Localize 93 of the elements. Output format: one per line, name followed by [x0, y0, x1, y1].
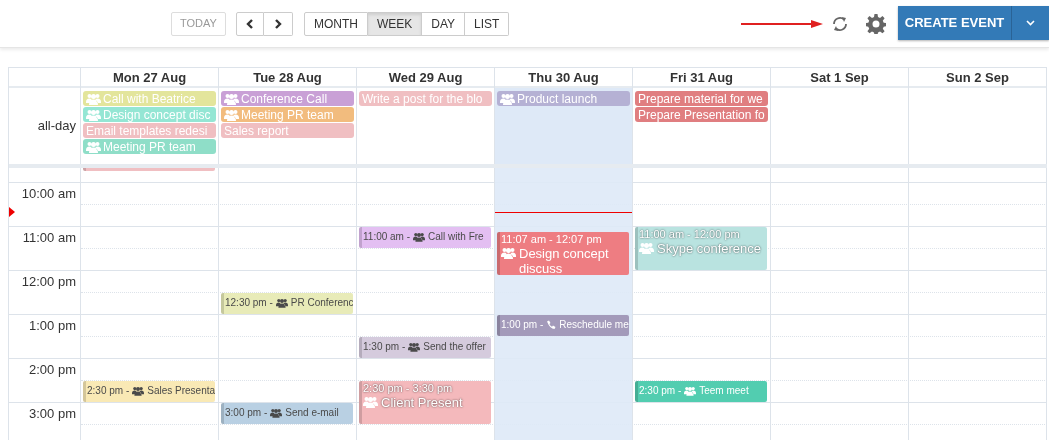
- event-title: Client Present: [381, 394, 463, 410]
- people-icon: [275, 298, 288, 309]
- event-title: Call with Fre: [428, 232, 484, 243]
- event[interactable]: 2:30 pm - Teem meet: [635, 380, 767, 402]
- event[interactable]: 12:30 pm - PR Conferenc: [221, 292, 353, 314]
- event-title: Design concept discuss: [519, 246, 610, 276]
- event-title: Sales report: [224, 124, 289, 137]
- event[interactable]: 2:30 pm - Sales Presenta: [83, 380, 215, 402]
- event-time: 11:00 am - 12:00 pm: [639, 227, 741, 241]
- event-time: 2:30 pm - 3:30 pm: [363, 381, 454, 395]
- people-icon: [413, 232, 426, 243]
- chevron-left-icon: [245, 18, 254, 29]
- people-icon: [86, 92, 101, 105]
- day-heading: Mon 27 Aug: [112, 69, 187, 87]
- event-title: Conference Call: [241, 92, 328, 105]
- event-title: Meeting PR team: [103, 140, 196, 153]
- event-time: 1:30 pm -: [363, 342, 406, 353]
- people-icon: [270, 408, 283, 419]
- arrow-icon: [741, 18, 823, 29]
- day-heading: Sat 1 Sep: [810, 69, 869, 87]
- time-label: 11:00 am: [22, 230, 76, 244]
- create-event-button[interactable]: CREATE EVENT: [898, 5, 1011, 40]
- people-icon: [639, 241, 654, 254]
- event[interactable]: 11:00 am - 12:00 pm Skype conference: [635, 226, 767, 270]
- all-day-event[interactable]: Sales report: [221, 123, 354, 138]
- event-title: Sales Presenta: [147, 386, 215, 397]
- people-icon: [132, 386, 145, 397]
- event-title: Send e-mail: [285, 408, 339, 419]
- view-tab[interactable]: MONTH: [303, 11, 368, 36]
- refresh-icon[interactable]: [831, 14, 849, 33]
- event-title: Reschedule me: [559, 320, 629, 331]
- event-title: Meeting PR team: [241, 108, 334, 121]
- people-icon: [684, 386, 697, 397]
- event[interactable]: 2:30 pm - 3:30 pm Client Present: [359, 380, 491, 424]
- all-day-event[interactable]: Write a post for the blo: [359, 91, 492, 106]
- previous-button[interactable]: [235, 11, 264, 36]
- event-title: PR Conferenc: [290, 298, 353, 309]
- event-title: Write a post for the blo: [362, 92, 483, 105]
- event[interactable]: 11:00 am - Call with Fre: [359, 226, 491, 248]
- people-icon: [224, 92, 239, 105]
- people-icon: [408, 342, 421, 353]
- event-title: Teem meet: [699, 386, 749, 397]
- event[interactable]: 1:30 pm - Send the offer: [359, 336, 491, 358]
- event-title: Send the offer: [423, 342, 486, 353]
- event-title: Product launch: [517, 92, 598, 105]
- all-day-event[interactable]: Email templates redesi: [83, 123, 216, 138]
- all-day-event[interactable]: Design concept disc: [83, 107, 216, 122]
- day-heading: Thu 30 Aug: [528, 69, 599, 87]
- view-tab[interactable]: WEEK: [367, 11, 423, 36]
- chevron-right-icon: [273, 18, 282, 29]
- event-title: Prepare material for we: [638, 92, 763, 105]
- time-label: 2:00 pm: [29, 362, 76, 376]
- time-label: 3:00 pm: [29, 406, 76, 420]
- event-time: 12:30 pm -: [225, 298, 273, 309]
- view-tab[interactable]: LIST: [465, 11, 510, 36]
- time-label: 12:00 pm: [21, 274, 76, 288]
- event-time: 2:30 pm -: [639, 386, 682, 397]
- people-icon: [501, 247, 516, 260]
- event-title: Call with Beatrice: [103, 92, 196, 105]
- all-day-event[interactable]: Meeting PR team: [83, 139, 216, 154]
- people-icon: [363, 395, 378, 408]
- day-heading: Sun 2 Sep: [946, 69, 1009, 87]
- event-title: Design concept disc: [103, 108, 211, 121]
- time-label: 1:00 pm: [29, 318, 76, 332]
- event[interactable]: 1:00 pm - Reschedule me: [497, 314, 629, 336]
- caret-icon: [1026, 19, 1035, 26]
- event-time: 2:30 pm -: [87, 386, 130, 397]
- event[interactable]: 3:00 pm - Send e-mail: [221, 402, 353, 424]
- all-day-event[interactable]: Prepare material for we: [635, 91, 768, 106]
- day-heading: Wed 29 Aug: [388, 69, 463, 87]
- people-icon: [86, 140, 101, 153]
- day-heading: Tue 28 Aug: [253, 69, 322, 87]
- event-time: 11:00 am -: [363, 232, 411, 243]
- all-day-event[interactable]: Conference Call: [221, 91, 354, 106]
- people-icon: [224, 108, 239, 121]
- phone-icon: [546, 320, 557, 331]
- people-icon: [86, 108, 101, 121]
- event-title: Email templates redesi: [86, 124, 208, 137]
- dropdown-button[interactable]: [1011, 5, 1049, 40]
- event-time: 3:00 pm -: [225, 408, 268, 419]
- view-tab[interactable]: DAY: [422, 11, 466, 36]
- event-title: Skype conference: [657, 240, 762, 256]
- event[interactable]: 11:07 am - 12:07 pm Design concept discuss: [497, 232, 629, 276]
- time-label: 10:00 am: [21, 186, 76, 200]
- all-day-event[interactable]: Meeting PR team: [221, 107, 354, 122]
- day-heading: Fri 31 Aug: [669, 69, 734, 87]
- people-icon: [500, 92, 515, 105]
- all-day-label: all-day: [37, 117, 76, 136]
- settings-icon[interactable]: [866, 13, 886, 34]
- event-time: 1:00 pm -: [501, 320, 544, 331]
- all-day-event[interactable]: Product launch: [497, 91, 630, 106]
- event-time: 11:07 am - 12:07 pm: [501, 233, 603, 247]
- next-button[interactable]: [263, 11, 293, 36]
